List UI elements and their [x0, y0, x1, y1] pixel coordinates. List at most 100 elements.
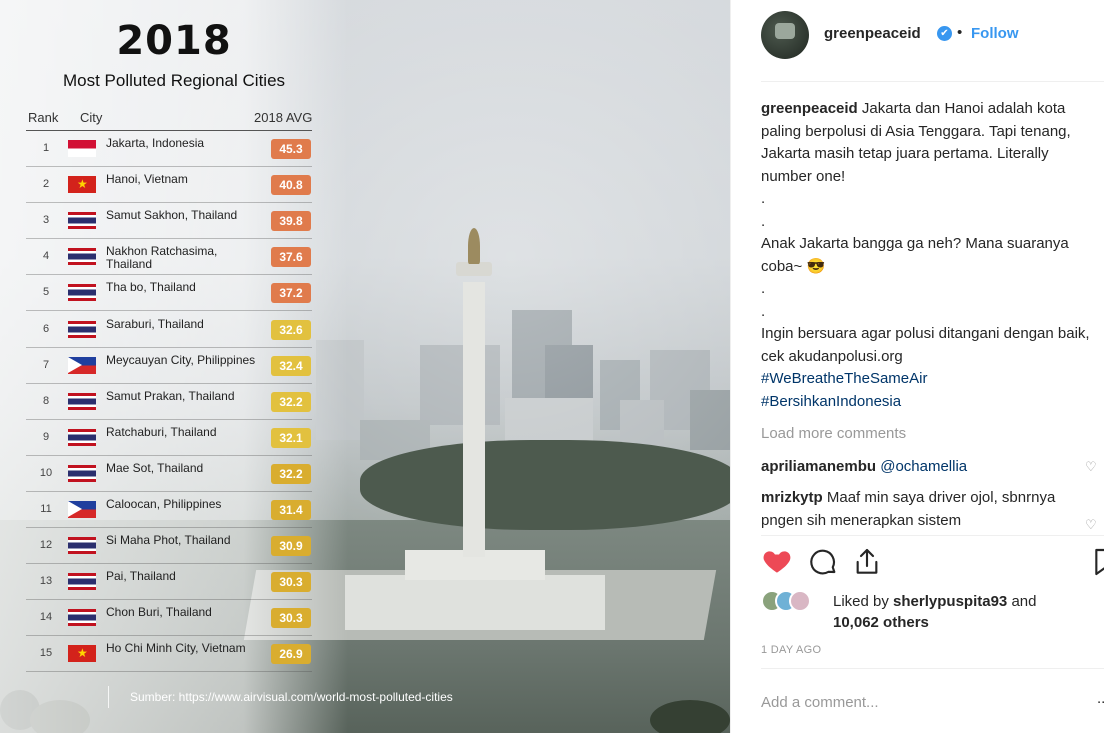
post-timestamp[interactable]: 1 DAY AGO [761, 644, 821, 656]
likes-count[interactable]: 10,062 others [833, 614, 929, 631]
city-name: Caloocan, Philippines [106, 497, 222, 511]
likes-prefix: Liked by [833, 593, 889, 610]
likes-and: and [1011, 593, 1037, 610]
country-flag-icon [68, 645, 96, 663]
hashtag-link[interactable]: #BersihkanIndonesia [761, 393, 901, 410]
country-flag-icon [68, 176, 96, 194]
rank-number: 6 [42, 322, 50, 335]
ranking-row: 10 Mae Sot, Thailand 32.2 [26, 456, 312, 492]
rank-number: 10 [39, 466, 53, 479]
rank-number: 7 [42, 358, 50, 371]
city-name: Mae Sot, Thailand [106, 460, 204, 475]
monument-obelisk [463, 282, 485, 557]
country-flag-icon [68, 284, 96, 302]
comment-icon[interactable] [807, 546, 839, 578]
rank-number: 1 [42, 142, 50, 154]
rank-number: 15 [39, 647, 53, 660]
header-divider [761, 81, 1104, 82]
action-bar [761, 546, 1104, 580]
caption-dot: . [761, 190, 766, 207]
ranking-row: 8 Samut Prakan, Thailand 32.2 [26, 384, 312, 420]
ranking-row: 7 Meycauyan City, Philippines 32.4 [26, 348, 312, 384]
hashtag-link[interactable]: #WeBreatheTheSameAir [761, 370, 927, 387]
avg-value-badge: 32.4 [271, 355, 311, 376]
caption-username[interactable]: greenpeaceid [761, 100, 858, 117]
palm-tree [650, 700, 730, 733]
city-name: Hanoi, Vietnam [106, 172, 188, 187]
ranking-row: 11 Caloocan, Philippines 31.4 [26, 492, 312, 528]
infographic-title: Most Polluted Regional Cities [62, 71, 286, 90]
country-flag-icon [68, 609, 96, 627]
monument-base [345, 575, 605, 630]
country-flag-icon [68, 248, 96, 266]
comment-username[interactable]: mrizkytp [761, 489, 823, 506]
ranking-row: 13 Pai, Thailand 30.3 [26, 564, 312, 601]
rank-number: 4 [42, 250, 50, 263]
country-flag-icon [68, 320, 96, 338]
avg-value-badge: 30.9 [271, 536, 311, 557]
header-city: City [80, 110, 103, 125]
avg-value-badge: 32.2 [271, 463, 311, 484]
load-more-comments-button[interactable]: Load more comments [761, 425, 906, 442]
city-name: Chon Buri, Thailand [106, 605, 212, 620]
timestamp-divider [761, 668, 1104, 669]
country-flag-icon [68, 501, 96, 518]
likes-summary: Liked by sherlypuspita93 and 10,062 othe… [833, 591, 1103, 633]
add-comment-input[interactable]: Add a comment... [761, 694, 879, 711]
comment-username[interactable]: apriliamanembu [761, 458, 876, 475]
avg-value-badge: 26.9 [271, 644, 311, 665]
avg-value-badge: 32.1 [271, 427, 311, 448]
avg-value-badge: 40.8 [271, 175, 311, 196]
country-flag-icon [68, 356, 96, 374]
comment-item: mrizkytp Maaf min saya driver ojol, sbnr… [761, 487, 1071, 533]
comment-mention[interactable]: @ochamellia [880, 458, 967, 475]
follow-button[interactable]: Follow [971, 25, 1019, 42]
header-rank: Rank [28, 110, 59, 125]
profile-avatar[interactable] [761, 11, 809, 59]
city-name: Tha bo, Thailand [106, 280, 196, 295]
rank-number: 3 [42, 214, 50, 227]
rank-number: 8 [42, 394, 50, 407]
ranking-row: 3 Samut Sakhon, Thailand 39.8 [26, 203, 312, 240]
save-bookmark-icon[interactable] [1091, 546, 1104, 578]
avg-value-badge: 37.6 [271, 247, 311, 268]
monument-flame [468, 228, 480, 264]
source-credit: Sumber: https://www.airvisual.com/world-… [130, 690, 453, 704]
liked-by-avatars[interactable] [761, 588, 821, 614]
comment-like-icon[interactable]: ♡ [1085, 460, 1097, 475]
tree-line [360, 440, 730, 530]
city-name: Pai, Thailand [106, 569, 176, 584]
avg-value-badge: 37.2 [271, 283, 311, 304]
city-name: Jakarta, Indonesia [106, 136, 205, 150]
country-flag-icon [68, 212, 96, 230]
ranking-row: 4 Nakhon Ratchasima, Thailand 37.6 [26, 239, 312, 276]
rank-number: 2 [42, 178, 50, 191]
share-icon[interactable] [851, 546, 883, 578]
ranking-row: 14 Chon Buri, Thailand 30.3 [26, 600, 312, 637]
liked-by-username[interactable]: sherlypuspita93 [893, 593, 1007, 610]
rank-number: 11 [40, 503, 52, 515]
comments-divider [761, 535, 1104, 536]
like-heart-icon[interactable] [761, 546, 793, 578]
post-panel: greenpeaceid ✔ • Follow greenpeaceid Jak… [730, 0, 1104, 733]
city-name: Samut Prakan, Thailand [106, 388, 235, 403]
post-username[interactable]: greenpeaceid [824, 25, 921, 42]
rank-number: 12 [39, 539, 53, 552]
caption-dot: . [761, 212, 766, 230]
country-flag-icon [68, 428, 96, 446]
caption-text: Anak Jakarta bangga ga neh? Mana suarany… [761, 235, 1069, 275]
separator-dot: • [957, 24, 963, 41]
verified-badge-icon: ✔ [937, 26, 952, 41]
avg-value-badge: 39.8 [271, 211, 311, 232]
more-options-button[interactable]: ... [1097, 690, 1104, 707]
avg-value-badge: 32.2 [271, 391, 311, 412]
country-flag-icon [68, 140, 96, 157]
ranking-row: 6 Saraburi, Thailand 32.6 [26, 312, 312, 348]
monument-platform [456, 262, 492, 276]
ranking-row: 5 Tha bo, Thailand 37.2 [26, 275, 312, 312]
comment-like-icon[interactable]: ♡ [1085, 518, 1097, 533]
rank-number: 9 [42, 430, 50, 443]
avg-value-badge: 30.3 [271, 608, 311, 629]
post-caption: greenpeaceid Jakarta dan Hanoi adalah ko… [761, 98, 1101, 413]
infographic-year: 2018 [116, 18, 232, 64]
